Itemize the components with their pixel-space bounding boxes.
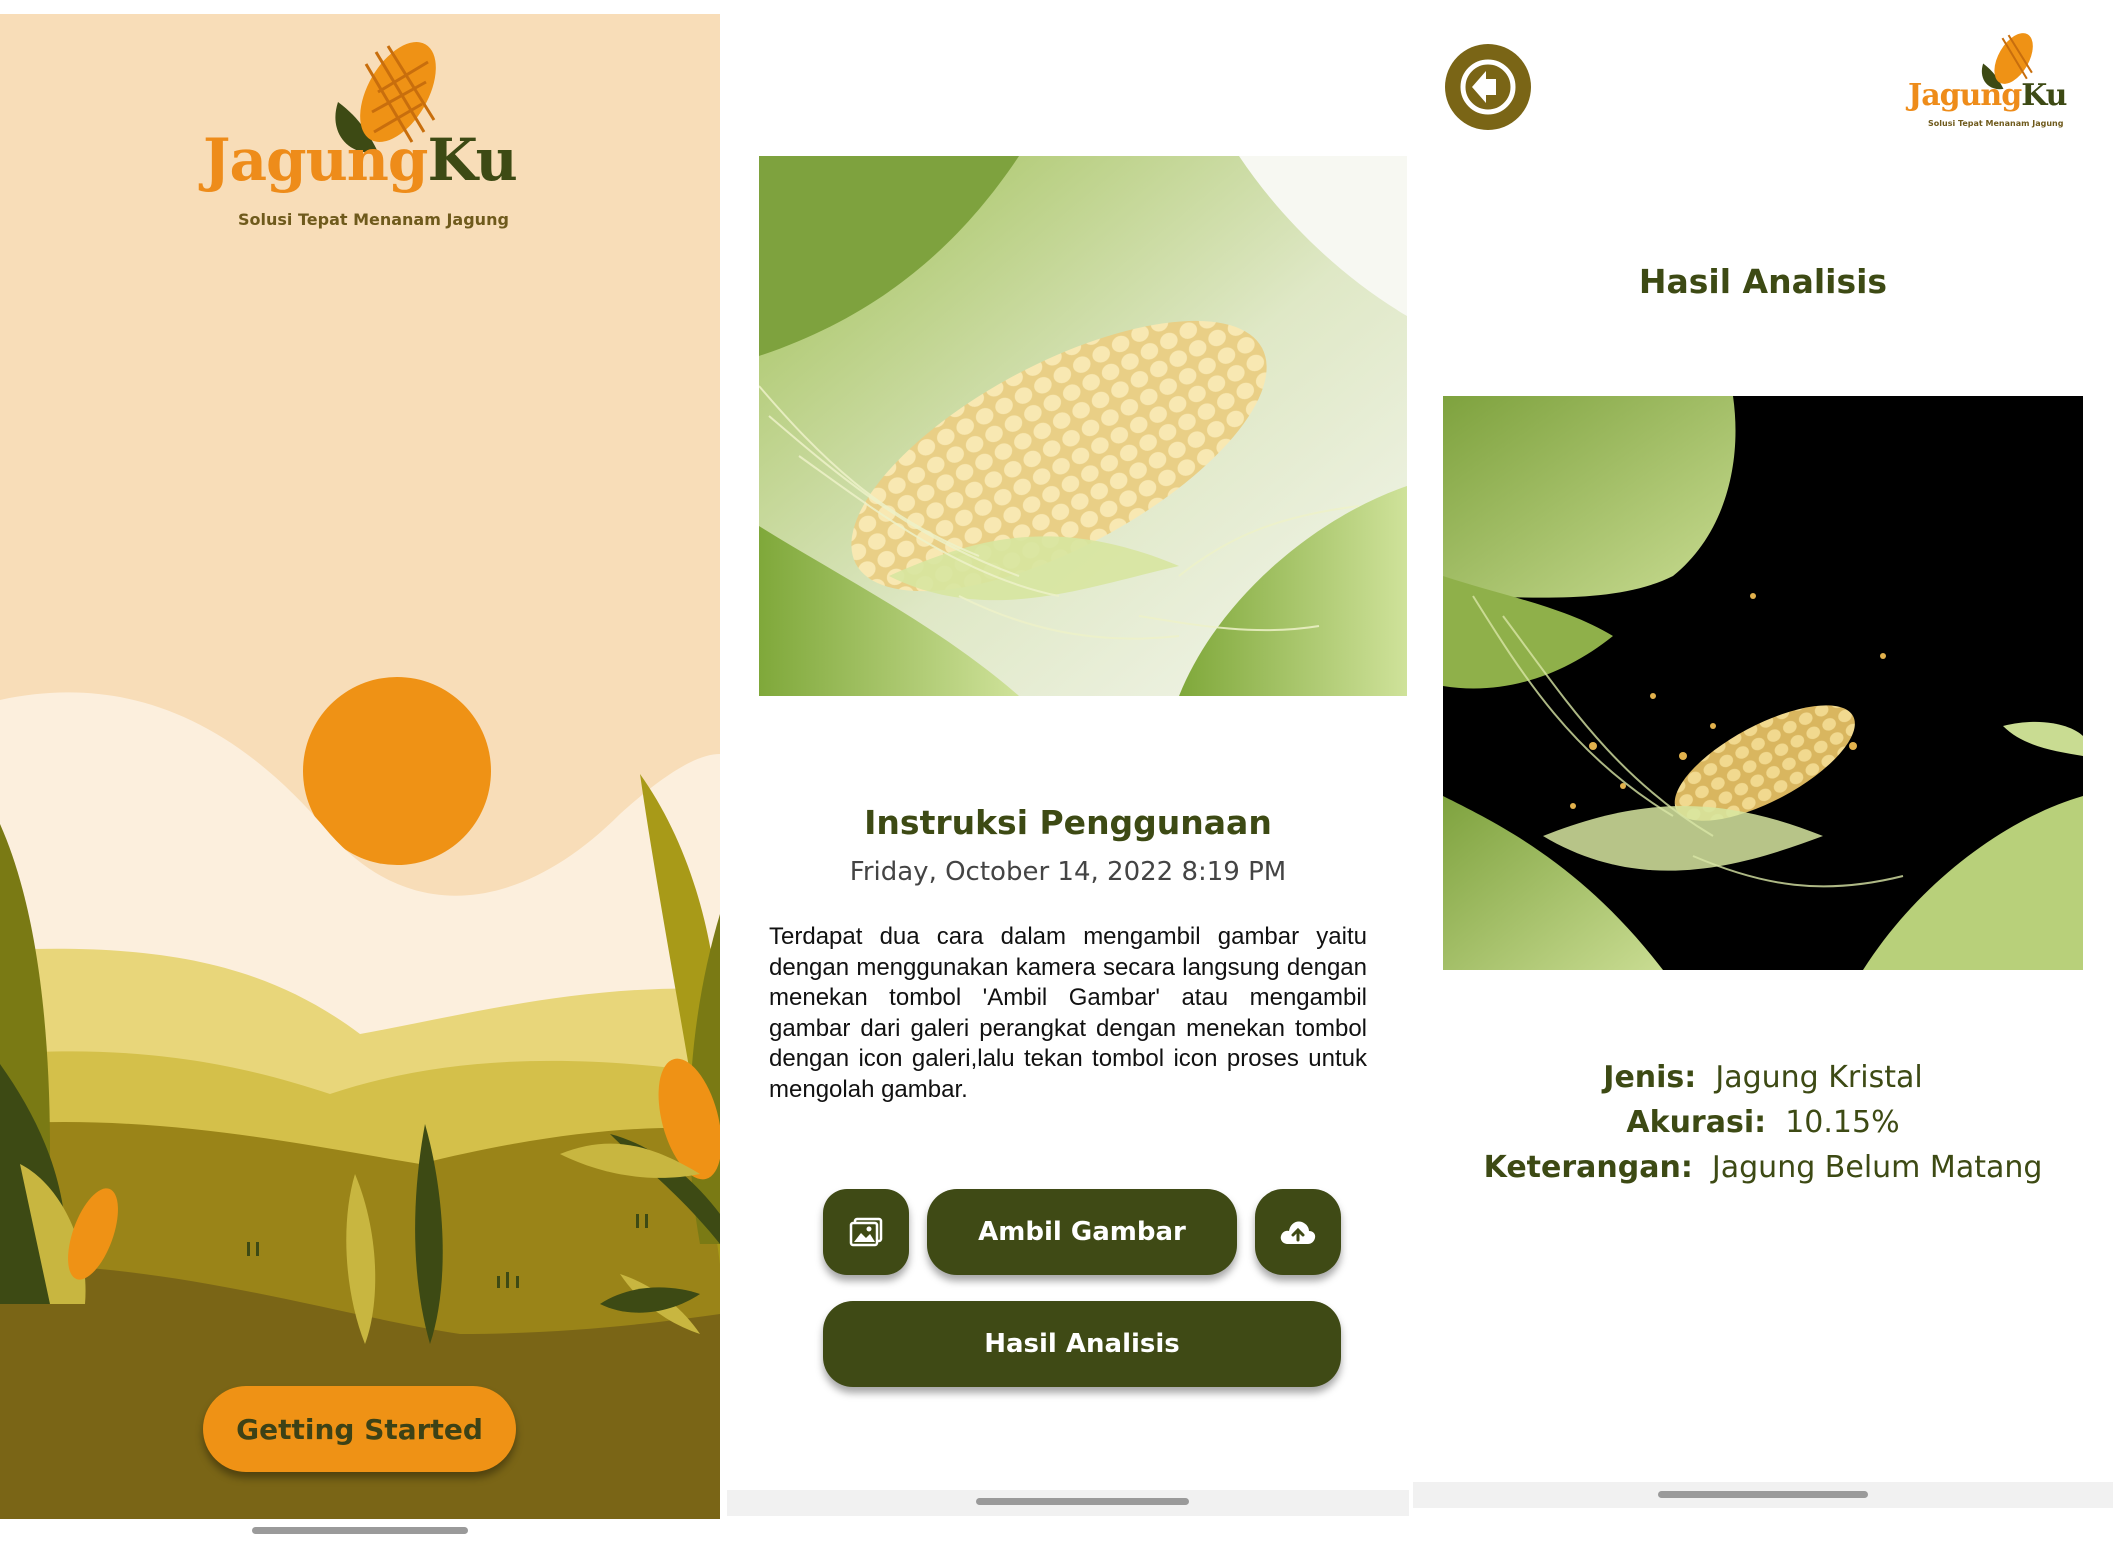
logo-tagline: Solusi Tepat Menanam Jagung [238, 210, 509, 229]
arrow-left-icon [1460, 59, 1516, 115]
result-accuracy-row: Akurasi: 10.15% [1413, 1105, 2113, 1140]
instruction-title: Instruksi Penggunaan [864, 803, 1272, 842]
home-indicator [1658, 1491, 1868, 1498]
landscape-illustration [0, 677, 720, 1519]
result-note-label: Keterangan: [1483, 1150, 1693, 1185]
splash-screen: JagungKu Solusi Tepat Menanam Jagung Get… [0, 14, 720, 1519]
gallery-button[interactable] [823, 1189, 909, 1275]
cloud-upload-icon [1280, 1221, 1316, 1244]
result-note-value: Jagung Belum Matang [1711, 1150, 2043, 1185]
result-title: Hasil Analisis [1638, 262, 1888, 301]
home-indicator [976, 1498, 1189, 1505]
getting-started-button[interactable]: Getting Started [203, 1386, 516, 1472]
take-photo-button[interactable]: Ambil Gambar [927, 1189, 1237, 1275]
home-indicator [252, 1527, 468, 1534]
result-type-label: Jenis: [1603, 1060, 1697, 1095]
logo-text-jagung: Jagung [203, 126, 428, 194]
logo-text-ku: Ku [2021, 78, 2067, 113]
instruction-screen: Instruksi Penggunaan Friday, October 14,… [727, 0, 1409, 1490]
instruction-datetime: Friday, October 14, 2022 8:19 PM [849, 857, 1287, 887]
segmented-corn-image [1443, 396, 2083, 970]
result-accuracy-value: 10.15% [1785, 1105, 1900, 1140]
logo-text-ku: Ku [427, 126, 517, 194]
logo-tagline: Solusi Tepat Menanam Jagung [1928, 119, 2064, 128]
logo-text-jagung: Jagung [1908, 78, 2022, 113]
logo-wordmark: JagungKu [1908, 78, 2067, 113]
analysis-result-button[interactable]: Hasil Analisis [823, 1301, 1341, 1387]
instruction-body: Terdapat dua cara dalam mengambil gambar… [769, 923, 1367, 1103]
corn-photo [759, 156, 1407, 696]
result-type-row: Jenis: Jagung Kristal [1413, 1060, 2113, 1095]
result-note-row: Keterangan: Jagung Belum Matang [1413, 1150, 2113, 1185]
result-accuracy-label: Akurasi: [1626, 1105, 1767, 1140]
result-type-value: Jagung Kristal [1715, 1060, 1923, 1095]
upload-button[interactable] [1255, 1189, 1341, 1275]
back-button[interactable] [1445, 44, 1531, 130]
result-screen: JagungKu Solusi Tepat Menanam Jagung Has… [1413, 0, 2113, 1480]
logo-wordmark: JagungKu [203, 126, 518, 194]
gallery-icon [849, 1217, 883, 1247]
